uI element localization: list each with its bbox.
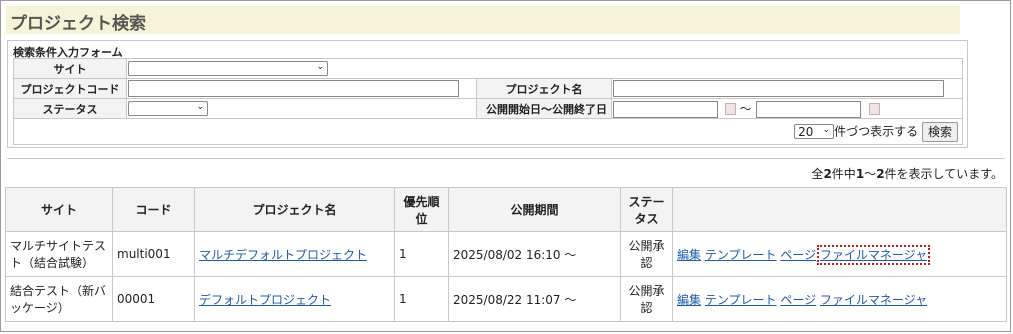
row-period: 2025/08/22 11:07 ～	[448, 276, 621, 322]
period-end-input[interactable]	[755, 100, 861, 118]
row-actions: 編集 テンプレート ページ ファイルマネージャ	[672, 231, 1007, 277]
row-priority: 1	[394, 276, 449, 322]
edit-link[interactable]: 編集	[677, 248, 701, 262]
file-manager-link[interactable]: ファイルマネージャ	[820, 293, 927, 307]
project-code-label: プロジェクトコード	[13, 78, 127, 99]
calendar-icon[interactable]	[724, 103, 736, 115]
per-page-suffix: 件づつ表示する	[834, 124, 919, 138]
row-site: 結合テスト（新バ ッケージ）	[5, 276, 113, 322]
header-code: コード	[112, 187, 195, 232]
search-form-table: サイト ⌄ プロジェクトコード プロジェクト名 ステータス ⌄ 公開開始日～公開…	[13, 58, 963, 145]
project-code-cell	[126, 78, 477, 99]
search-form: 検索条件入力フォーム サイト ⌄ プロジェクトコード プロジェクト名 ステータス	[7, 40, 968, 148]
page-title: プロジェクト検索	[10, 14, 146, 34]
template-link[interactable]: テンプレート	[705, 293, 777, 307]
row-code: 00001	[112, 276, 195, 322]
row-code: multi001	[112, 231, 195, 277]
row-status: 公開承 認	[620, 276, 673, 322]
per-page-select[interactable]: 20 ⌄	[794, 124, 835, 139]
divider	[7, 158, 1005, 159]
results-table: サイト コード プロジェクト名 優先順 位 公開期間 ステー タス マルチサイト…	[5, 187, 1007, 322]
template-link[interactable]: テンプレート	[705, 248, 777, 262]
row-actions: 編集 テンプレート ページ ファイルマネージャ	[672, 276, 1007, 322]
edit-link[interactable]: 編集	[677, 293, 701, 307]
status-select[interactable]: ⌄	[128, 101, 208, 116]
site-select[interactable]: ⌄	[128, 61, 328, 76]
title-bar: プロジェクト検索	[6, 6, 960, 34]
header-status: ステー タス	[620, 187, 673, 232]
table-row: マルチサイトテス ト（結合試験） multi001 マルチデフォルトプロジェクト…	[5, 231, 1007, 277]
chevron-down-icon: ⌄	[822, 125, 831, 135]
chevron-down-icon: ⌄	[316, 62, 324, 72]
status-cell: ⌄	[126, 98, 477, 119]
period-tilde: ～	[739, 101, 752, 116]
row-project-name-cell: マルチデフォルトプロジェクト	[194, 231, 395, 277]
row-priority: 1	[394, 231, 449, 277]
page-link[interactable]: ページ	[780, 293, 816, 307]
period-cell: ～	[611, 98, 963, 119]
calendar-icon[interactable]	[869, 103, 881, 115]
project-name-cell	[611, 78, 963, 99]
header-priority: 優先順 位	[394, 187, 449, 232]
site-label: サイト	[13, 58, 127, 79]
result-count: 全2件中1～2件を表示しています。	[811, 167, 1003, 181]
site-cell: ⌄	[126, 58, 963, 79]
header-period: 公開期間	[448, 187, 621, 232]
header-actions	[672, 187, 1007, 232]
table-header-row: サイト コード プロジェクト名 優先順 位 公開期間 ステー タス	[5, 187, 1007, 232]
period-start-input[interactable]	[613, 100, 718, 118]
project-name-link[interactable]: マルチデフォルトプロジェクト	[199, 248, 367, 262]
row-project-name-cell: デフォルトプロジェクト	[194, 276, 395, 322]
file-manager-link[interactable]: ファイルマネージャ	[816, 244, 931, 265]
search-button[interactable]: 検索	[921, 121, 958, 142]
project-name-label: プロジェクト名	[476, 78, 612, 99]
row-site: マルチサイトテス ト（結合試験）	[5, 231, 113, 277]
row-period: 2025/08/02 16:10 ～	[448, 231, 621, 277]
row-status: 公開承 認	[620, 231, 673, 277]
table-row: 結合テスト（新バ ッケージ） 00001 デフォルトプロジェクト 1 2025/…	[5, 276, 1007, 322]
project-name-input[interactable]	[613, 80, 944, 97]
page-link[interactable]: ページ	[780, 248, 816, 262]
header-site: サイト	[5, 187, 113, 232]
chevron-down-icon: ⌄	[196, 102, 204, 112]
status-label: ステータス	[13, 98, 127, 119]
per-page-cell: 20 ⌄ 件づつ表示する 検索	[13, 118, 963, 145]
period-label: 公開開始日～公開終了日	[476, 98, 612, 119]
header-project-name: プロジェクト名	[194, 187, 395, 232]
project-name-link[interactable]: デフォルトプロジェクト	[199, 293, 331, 307]
project-code-input[interactable]	[128, 80, 459, 97]
